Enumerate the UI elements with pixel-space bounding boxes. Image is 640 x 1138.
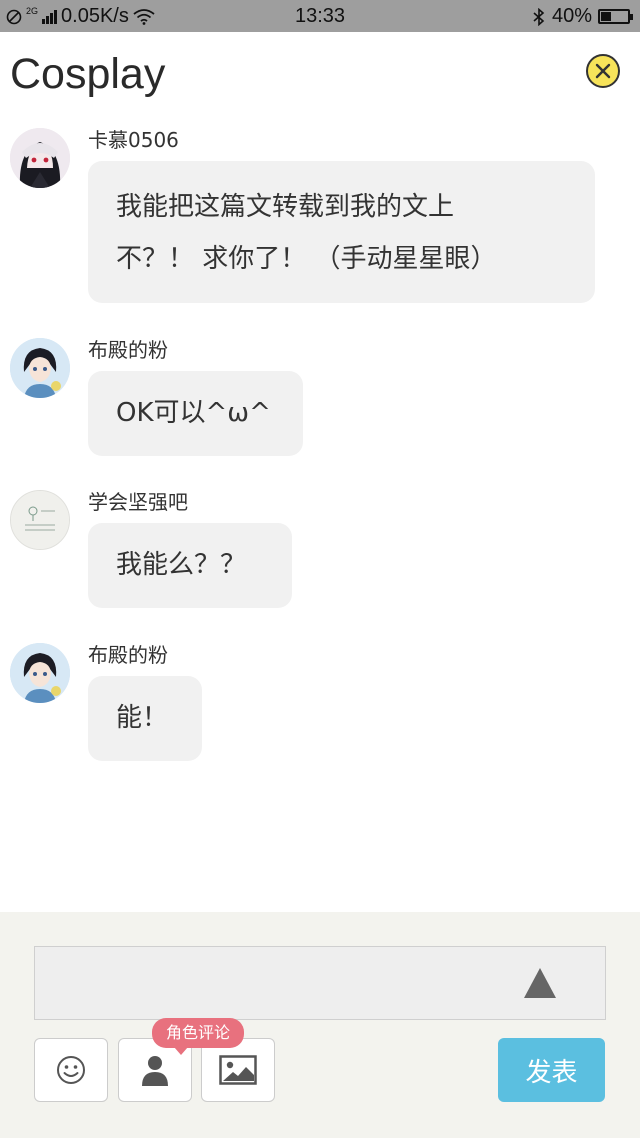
publish-button[interactable]: 发表 <box>498 1038 605 1102</box>
avatar[interactable] <box>10 490 70 550</box>
emoji-button[interactable] <box>34 1038 108 1102</box>
battery-level <box>601 12 611 21</box>
close-button[interactable] <box>586 54 620 88</box>
bluetooth-icon <box>533 7 545 26</box>
text-art-avatar-icon <box>11 491 69 549</box>
anime-boy-avatar-icon <box>10 643 70 703</box>
anime-boy-avatar-icon <box>10 338 70 398</box>
person-icon <box>142 1056 168 1086</box>
send-arrow-icon[interactable] <box>524 968 556 998</box>
comment-text-line: OK可以^ω^ <box>116 398 271 428</box>
battery-percent: 40% <box>551 5 592 27</box>
close-icon <box>595 63 611 79</box>
comment-text-line: 我能把这篇文转载到我的文上 <box>116 192 455 222</box>
status-bar: 2G 0.05K/s 13:33 40% <box>0 0 640 32</box>
comment-bubble: 我能把这篇文转载到我的文上 不？！ 求你了！ （手动星星眼） <box>88 161 595 303</box>
avatar[interactable] <box>10 128 70 188</box>
battery-icon <box>598 9 633 24</box>
comment-input[interactable] <box>34 946 606 1020</box>
status-right: 40% <box>532 5 633 28</box>
comment-username[interactable]: 卡慕0506 <box>88 124 179 153</box>
image-icon <box>219 1055 257 1085</box>
comment-username[interactable]: 布殿的粉 <box>88 334 168 363</box>
comment-username[interactable]: 学会坚强吧 <box>88 486 188 515</box>
comment-username[interactable]: 布殿的粉 <box>88 639 168 668</box>
comment-bubble: OK可以^ω^ <box>88 371 303 456</box>
comment-text-line: 不？！ 求你了！ （手动星星眼） <box>116 244 497 274</box>
comment-bubble: 能！ <box>88 676 202 761</box>
comment-bubble: 我能么？？ <box>88 523 292 608</box>
avatar[interactable] <box>10 643 70 703</box>
emoji-icon <box>57 1056 85 1084</box>
comment-text-line: 能！ <box>116 703 169 733</box>
comment-text-line: 我能么？？ <box>116 550 247 580</box>
role-comment-badge: 角色评论 <box>152 1018 245 1055</box>
avatar[interactable] <box>10 338 70 398</box>
anime-girl-avatar-icon <box>10 128 70 188</box>
page-title: Cosplay <box>10 50 166 98</box>
comment-composer: 角色评论 发表 <box>0 912 640 1138</box>
